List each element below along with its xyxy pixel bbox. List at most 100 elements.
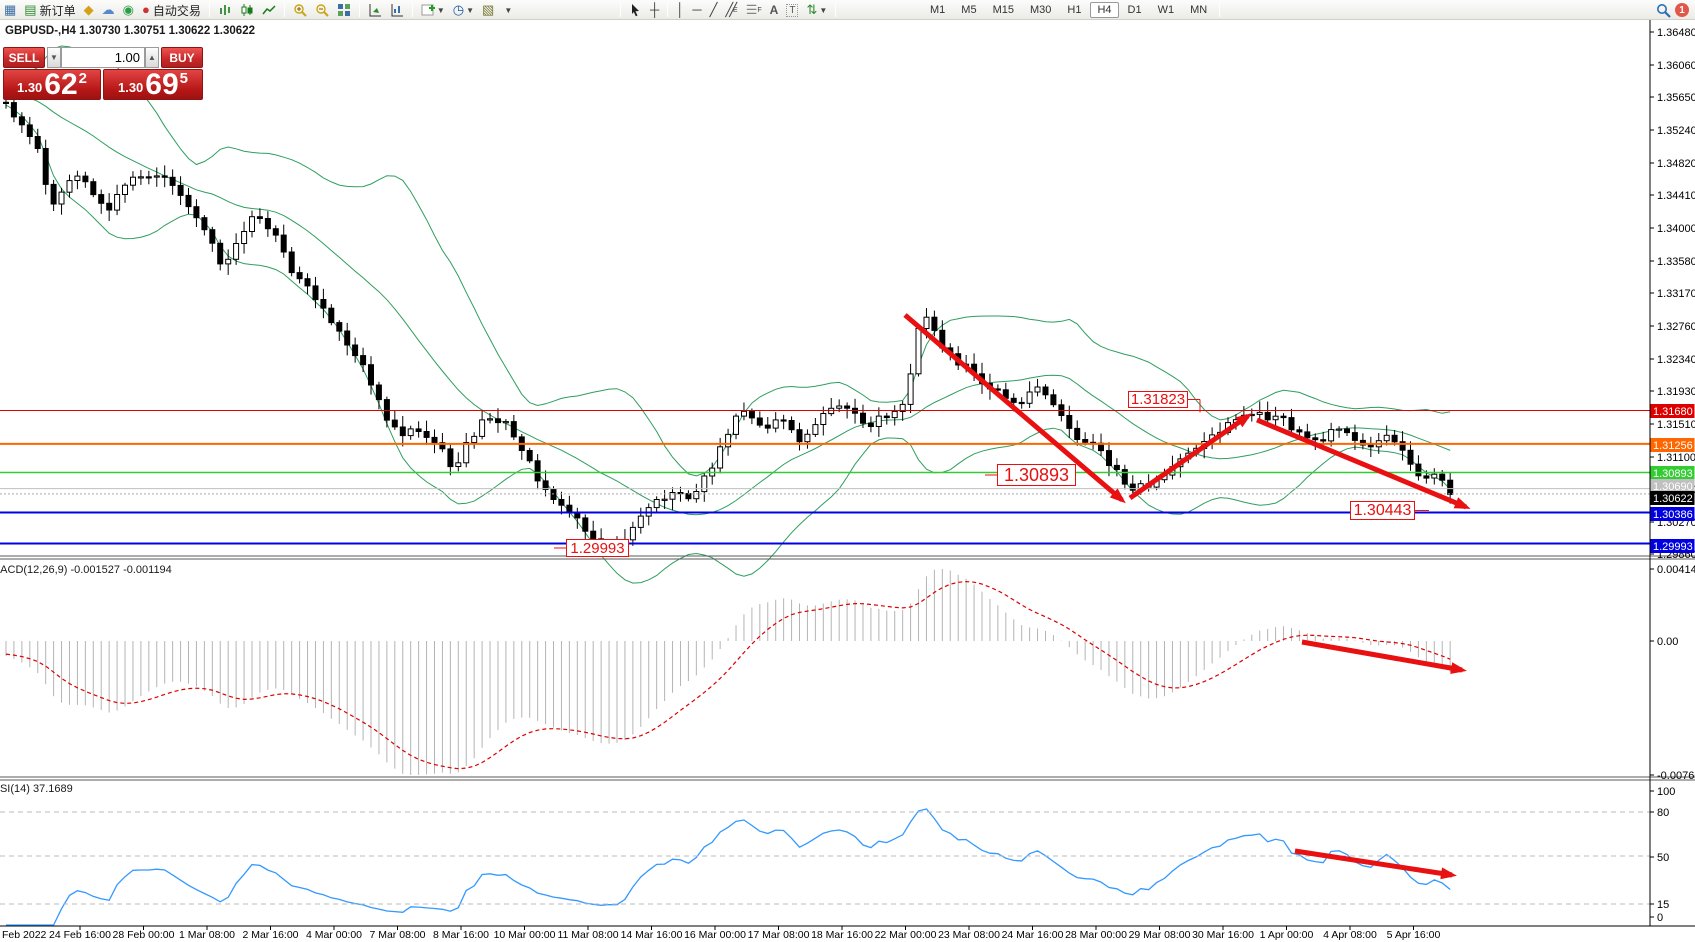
- price-level-label-text: 1.30893: [1653, 468, 1693, 480]
- gold-icon[interactable]: ◆: [80, 1, 98, 19]
- tab-timeframe-m15[interactable]: M15: [986, 2, 1021, 18]
- fibonacci-icon[interactable]: ☰F: [742, 1, 766, 19]
- add-indicator-button[interactable]: ▼: [417, 1, 449, 19]
- new-order-button[interactable]: ▤新订单: [20, 1, 79, 19]
- tab-timeframe-mn[interactable]: MN: [1183, 2, 1214, 18]
- time-axis-label: 1 Mar 08:00: [179, 929, 235, 941]
- volume-input[interactable]: [61, 47, 145, 68]
- zoom-out-icon[interactable]: [311, 1, 333, 19]
- toolbar-separator: [284, 3, 285, 17]
- price-tick-label: 1.31510: [1657, 419, 1695, 431]
- volume-increment-button[interactable]: ▲: [145, 47, 159, 68]
- label-icon[interactable]: T: [782, 1, 802, 19]
- toolbar: ▦ ▤新订单 ◆ ☁ ◉ ●自动交易 ▼ ◷▼ ▧ ▼ ┼ │ ─ ╱ ╱╱E …: [0, 0, 1695, 20]
- indicator-tick-label: 50: [1657, 852, 1669, 864]
- sell-price-sup: 2: [79, 70, 87, 87]
- price-tick-label: 1.36480: [1657, 27, 1695, 39]
- chevron-down-icon: ▼: [50, 53, 58, 62]
- candlesticks: [4, 98, 1453, 554]
- tab-timeframe-h1[interactable]: H1: [1060, 2, 1088, 18]
- toolbar-separator: [1219, 3, 1220, 17]
- toolbar-separator: [620, 3, 621, 17]
- zoom-in-icon[interactable]: [289, 1, 311, 19]
- macd-label: MACD(12,26,9) -0.001527 -0.001194: [0, 564, 172, 576]
- toolbar-separator: [209, 3, 210, 17]
- tile-windows-icon[interactable]: [333, 1, 355, 19]
- arrows-icon[interactable]: ⇅▼: [802, 1, 831, 19]
- time-axis-label: 28 Feb 00:00: [113, 929, 175, 941]
- indicator-tick-label: 80: [1657, 807, 1669, 819]
- one-click-trading-panel: SELL ▼ ▲ BUY 1.30622 1.30695: [0, 44, 210, 104]
- text-icon[interactable]: A: [766, 1, 783, 19]
- channel-icon[interactable]: ╱╱E: [721, 1, 741, 19]
- time-axis-label: 29 Mar 08:00: [1129, 929, 1191, 941]
- toolbar-separator: [667, 3, 668, 17]
- chevron-down-icon[interactable]: ▼: [498, 1, 516, 19]
- price-chart[interactable]: 1.364801.360601.356501.352401.348201.344…: [0, 0, 1695, 942]
- indicator-tick-label: 0: [1657, 912, 1663, 924]
- toolbar-left-group: ▦ ▤新订单 ◆ ☁ ◉ ●自动交易 ▼ ◷▼ ▧ ▼: [0, 0, 516, 20]
- sell-price-box[interactable]: 1.30622: [3, 69, 101, 100]
- volume-decrement-button[interactable]: ▼: [47, 47, 61, 68]
- time-axis-label: 8 Mar 16:00: [433, 929, 489, 941]
- tab-timeframe-m30[interactable]: M30: [1023, 2, 1058, 18]
- buy-price-big: 69: [145, 71, 178, 98]
- time-axis-label: 14 Mar 16:00: [621, 929, 683, 941]
- publish-icon[interactable]: ☁: [98, 1, 119, 19]
- sell-button[interactable]: SELL: [3, 47, 45, 68]
- crosshair-icon[interactable]: ┼: [646, 1, 663, 19]
- toolbar-separator: [412, 3, 413, 17]
- indicator-tick-label: 0.00: [1657, 636, 1678, 648]
- indicator-tick-label: 100: [1657, 786, 1675, 798]
- toolbar-right-group: 1: [1652, 0, 1689, 20]
- bollinger-band: [6, 105, 1450, 583]
- price-tick-label: 1.32760: [1657, 321, 1695, 333]
- line-chart-icon[interactable]: [258, 1, 280, 19]
- trend-arrow[interactable]: [1130, 416, 1248, 498]
- time-axis-label: 22 Mar 00:00: [875, 929, 937, 941]
- cursor-icon[interactable]: [625, 1, 646, 19]
- candlestick-icon[interactable]: [236, 1, 258, 19]
- periods-icon[interactable]: [386, 1, 408, 19]
- template-icon[interactable]: ▧: [478, 1, 498, 19]
- notification-badge[interactable]: 1: [1675, 3, 1689, 17]
- trend-arrow[interactable]: [1302, 642, 1462, 670]
- time-axis-label: 4 Mar 00:00: [306, 929, 362, 941]
- sell-price-small: 1.30: [17, 80, 42, 95]
- tab-timeframe-h4[interactable]: H4: [1090, 2, 1118, 18]
- timeframe-group: M1 M5 M15 M30 H1 H4 D1 W1 MN: [922, 0, 1224, 20]
- hline-icon[interactable]: ─: [688, 1, 705, 19]
- trend-arrow[interactable]: [1295, 851, 1452, 875]
- price-tick-label: 1.34000: [1657, 223, 1695, 235]
- tab-timeframe-w1[interactable]: W1: [1151, 2, 1182, 18]
- clock-button[interactable]: ◷▼: [449, 1, 478, 19]
- price-tick-label: 1.34820: [1657, 158, 1695, 170]
- time-axis-label: 24 Feb 16:00: [49, 929, 111, 941]
- macd-histogram: [6, 569, 1450, 775]
- price-tick-label: 1.34410: [1657, 190, 1695, 202]
- time-axis-label: 4 Apr 08:00: [1323, 929, 1377, 941]
- autotrade-button[interactable]: ●自动交易: [138, 1, 205, 19]
- price-level-label-text: 1.30386: [1653, 509, 1693, 521]
- time-axis-label: 28 Mar 00:00: [1065, 929, 1127, 941]
- price-level-label-text: 1.30622: [1653, 493, 1693, 505]
- chevron-down-icon: ▼: [466, 6, 474, 15]
- metatrader-app: { "toolbar": { "new_order_label": "新订单",…: [0, 0, 1695, 942]
- buy-price-box[interactable]: 1.30695: [103, 69, 203, 100]
- chart-ohlc-title: GBPUSD-,H4 1.30730 1.30751 1.30622 1.306…: [5, 25, 255, 37]
- time-axis-label: 16 Mar 00:00: [684, 929, 746, 941]
- bar-chart-icon[interactable]: [214, 1, 236, 19]
- profiles-icon[interactable]: [364, 1, 386, 19]
- signal-icon[interactable]: ◉: [119, 1, 138, 19]
- tab-timeframe-m5[interactable]: M5: [954, 2, 983, 18]
- plot-area: [4, 46, 1453, 925]
- tab-timeframe-d1[interactable]: D1: [1121, 2, 1149, 18]
- indicator-tick-label: -0.007664: [1657, 770, 1695, 782]
- vline-icon[interactable]: │: [672, 1, 688, 19]
- buy-button[interactable]: BUY: [161, 47, 203, 68]
- trendline-icon[interactable]: ╱: [706, 1, 722, 19]
- search-icon[interactable]: [1652, 1, 1675, 19]
- grid-icon[interactable]: ▦: [0, 1, 20, 19]
- tab-timeframe-m1[interactable]: M1: [923, 2, 952, 18]
- price-level-label-text: 1.31680: [1653, 406, 1693, 418]
